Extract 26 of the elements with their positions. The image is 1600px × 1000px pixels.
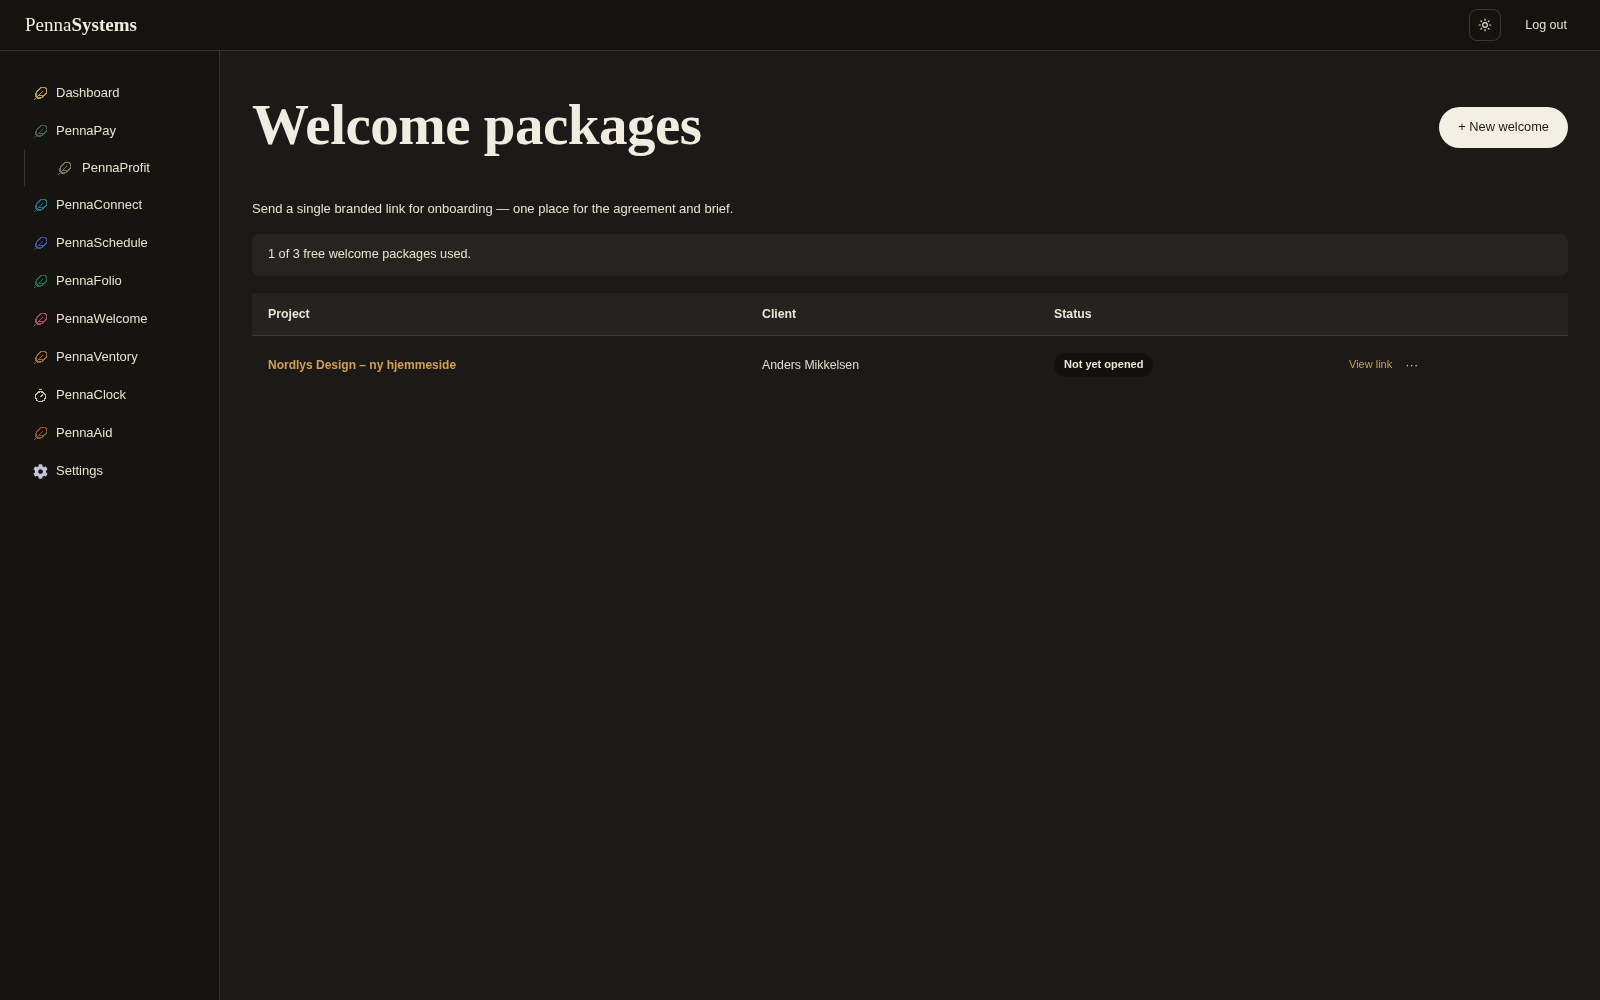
column-header: Project xyxy=(267,305,311,323)
sidebar-item[interactable]: PennaAid xyxy=(0,414,219,452)
sidebar-item[interactable]: PennaSchedule xyxy=(0,224,219,262)
page-description: Send a single branded link for onboarding — one place for the agreement and brief. xyxy=(252,200,735,218)
sidebar-item[interactable]: PennaPay xyxy=(0,112,219,150)
sidebar-item[interactable]: PennaVentory xyxy=(0,338,219,376)
more-actions-button[interactable]: ··· xyxy=(1405,357,1419,371)
sidebar-item[interactable]: PennaProfit xyxy=(25,150,219,186)
sun-icon xyxy=(1478,18,1493,32)
column-header: Client xyxy=(761,305,798,323)
table-cell: Anders Mikkelsen xyxy=(762,358,860,372)
status-badge: Not yet opened xyxy=(1054,352,1154,377)
theme-toggle-button[interactable] xyxy=(1469,9,1502,41)
sidebar-item[interactable]: Dashboard xyxy=(0,74,219,112)
brand-logo[interactable]: PennaSystems xyxy=(25,10,137,40)
sidebar-item[interactable]: Settings xyxy=(0,452,219,490)
column-header: Status xyxy=(1053,305,1093,323)
logout-button[interactable]: Log out xyxy=(1525,15,1567,35)
new-welcome-button[interactable]: + New welcome xyxy=(1439,106,1568,148)
sidebar-item[interactable]: PennaConnect xyxy=(0,186,219,224)
sidebar-item[interactable]: PennaWelcome xyxy=(0,300,219,338)
usage-notice: 1 of 3 free welcome packages used. xyxy=(252,234,1568,276)
project-link[interactable]: Nordlys Design – ny hjemmeside xyxy=(268,358,457,372)
sidebar-item[interactable]: PennaClock xyxy=(0,376,219,414)
sidebar-item[interactable]: PennaFolio xyxy=(0,262,219,300)
view-link[interactable]: View link xyxy=(1349,355,1393,373)
